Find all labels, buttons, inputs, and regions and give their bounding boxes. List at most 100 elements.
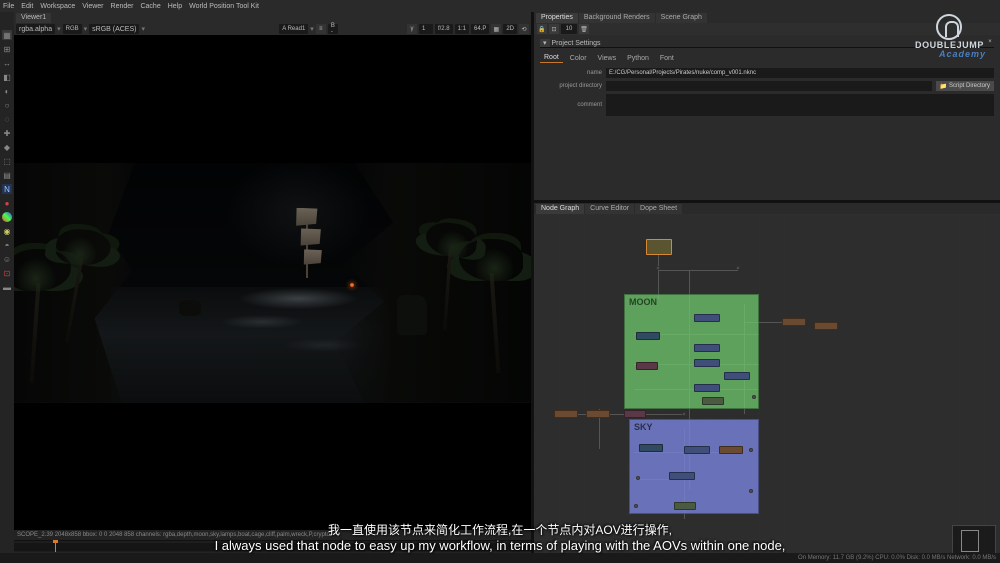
node[interactable] (702, 397, 724, 405)
menu-wptk[interactable]: World Position Tool Kit (189, 3, 259, 10)
proxy-field[interactable]: 1:1 (455, 24, 469, 34)
channel-select[interactable]: rgba.alpha (16, 24, 55, 34)
node-dot[interactable] (736, 266, 740, 270)
subtab-root[interactable]: Root (540, 53, 563, 63)
tool-icon[interactable]: N (2, 184, 12, 194)
tab-dope-sheet[interactable]: Dope Sheet (635, 204, 682, 214)
menu-viewer[interactable]: Viewer (82, 3, 103, 10)
mode-2d[interactable]: 2D (503, 24, 517, 34)
nodegraph-canvas[interactable]: MOON SKY (534, 214, 1000, 563)
gain-field[interactable]: f/2.8 (435, 24, 453, 34)
rgb-select[interactable]: RGB (63, 24, 82, 34)
tool-icon[interactable]: ⬚ (2, 156, 12, 166)
project-dir-field[interactable] (606, 81, 932, 91)
gamma-field[interactable]: 1 (419, 24, 433, 34)
node-dot[interactable] (656, 266, 660, 270)
tool-icon[interactable]: ✚ (2, 128, 12, 138)
script-directory-button[interactable]: 📁 Script Directory (936, 81, 995, 91)
node-dot[interactable] (682, 412, 686, 416)
node[interactable] (719, 446, 743, 454)
max-field[interactable]: 10 (561, 24, 577, 34)
node-dot[interactable] (752, 395, 756, 399)
node-dot[interactable] (634, 504, 638, 508)
zoom-field[interactable]: 64.P (471, 24, 489, 34)
node[interactable] (694, 344, 720, 352)
node[interactable] (694, 384, 720, 392)
tool-icon[interactable]: ↔ (2, 58, 12, 68)
tool-icon[interactable]: ▬ (2, 282, 12, 292)
node[interactable] (814, 322, 838, 330)
node-dot[interactable] (749, 489, 753, 493)
wipe-icon[interactable]: ≡ (316, 24, 326, 34)
node[interactable] (586, 410, 610, 418)
node-dot[interactable] (749, 448, 753, 452)
menu-edit[interactable]: Edit (21, 3, 33, 10)
grid-icon[interactable]: ▦ (491, 24, 501, 34)
menu-help[interactable]: Help (168, 3, 182, 10)
menu-workspace[interactable]: Workspace (40, 3, 75, 10)
tool-icon[interactable]: ▤ (2, 170, 12, 180)
tool-icon[interactable]: ◌ (2, 114, 12, 124)
menu-render[interactable]: Render (111, 3, 134, 10)
viewer-viewport[interactable] (14, 35, 531, 530)
tool-icon[interactable]: ▦ (2, 30, 12, 40)
subtab-views[interactable]: Views (594, 53, 621, 63)
backdrop-moon[interactable]: MOON (624, 294, 759, 409)
menu-bar: File Edit Workspace Viewer Render Cache … (0, 0, 1000, 12)
tool-icon[interactable]: ◉ (2, 226, 12, 236)
menu-file[interactable]: File (3, 3, 14, 10)
playhead[interactable] (55, 541, 56, 552)
viewer-tab[interactable]: Viewer1 (16, 13, 51, 23)
panel-header: ▾ Project Settings × (540, 39, 994, 48)
tab-scene-graph[interactable]: Scene Graph (656, 13, 707, 23)
name-field[interactable]: E:/CG/Personal/Projects/Pirates/nuke/com… (606, 68, 994, 78)
gamma-icon[interactable]: γ (407, 24, 417, 34)
node[interactable] (624, 410, 646, 418)
node[interactable] (694, 359, 720, 367)
pin-icon[interactable]: ⊡ (549, 24, 559, 34)
node-read[interactable] (646, 239, 672, 255)
tool-icon[interactable]: ○ (2, 100, 12, 110)
menu-cache[interactable]: Cache (140, 3, 160, 10)
tab-properties[interactable]: Properties (536, 13, 578, 23)
node[interactable] (639, 444, 663, 452)
node[interactable] (554, 410, 578, 418)
input-a-select[interactable]: A Read1 (279, 24, 308, 34)
clear-icon[interactable]: 🗑 (579, 24, 589, 34)
tool-icon[interactable]: ⊞ (2, 44, 12, 54)
properties-toolbar: 🔒 ⊡ 10 🗑 (534, 23, 1000, 35)
tool-icon[interactable]: ● (2, 198, 12, 208)
colorspace-select[interactable]: sRGB (ACES) (89, 24, 139, 34)
tool-icon[interactable]: ⊡ (2, 268, 12, 278)
node[interactable] (694, 314, 720, 322)
node[interactable] (674, 502, 696, 510)
node[interactable] (684, 446, 710, 454)
reset-icon[interactable]: ⟲ (519, 24, 529, 34)
subtab-python[interactable]: Python (623, 53, 653, 63)
subtab-font[interactable]: Font (656, 53, 678, 63)
node[interactable] (636, 362, 658, 370)
input-b-select[interactable]: B - (328, 24, 338, 34)
properties-panel: Properties Background Renders Scene Grap… (534, 12, 1000, 200)
tool-icon[interactable] (2, 212, 12, 222)
tool-icon[interactable]: ◐ (2, 86, 12, 96)
tool-icon[interactable]: ☺ (2, 254, 12, 264)
node[interactable] (724, 372, 750, 380)
close-panel-icon[interactable]: × (986, 39, 994, 47)
node[interactable] (782, 318, 806, 326)
comment-field[interactable] (606, 94, 994, 116)
collapse-icon[interactable]: ▾ (540, 39, 550, 47)
tab-bg-renders[interactable]: Background Renders (579, 13, 655, 23)
tool-icon[interactable]: ◧ (2, 72, 12, 82)
node-dot[interactable] (636, 476, 640, 480)
node[interactable] (669, 472, 695, 480)
timeline[interactable] (14, 540, 531, 552)
lock-icon[interactable]: 🔒 (537, 24, 547, 34)
backdrop-sky[interactable]: SKY (629, 419, 759, 514)
subtab-color[interactable]: Color (566, 53, 591, 63)
node[interactable] (636, 332, 660, 340)
tool-icon[interactable]: ◆ (2, 142, 12, 152)
tab-node-graph[interactable]: Node Graph (536, 204, 584, 214)
tab-curve-editor[interactable]: Curve Editor (585, 204, 634, 214)
tool-icon[interactable]: ◓ (2, 240, 12, 250)
